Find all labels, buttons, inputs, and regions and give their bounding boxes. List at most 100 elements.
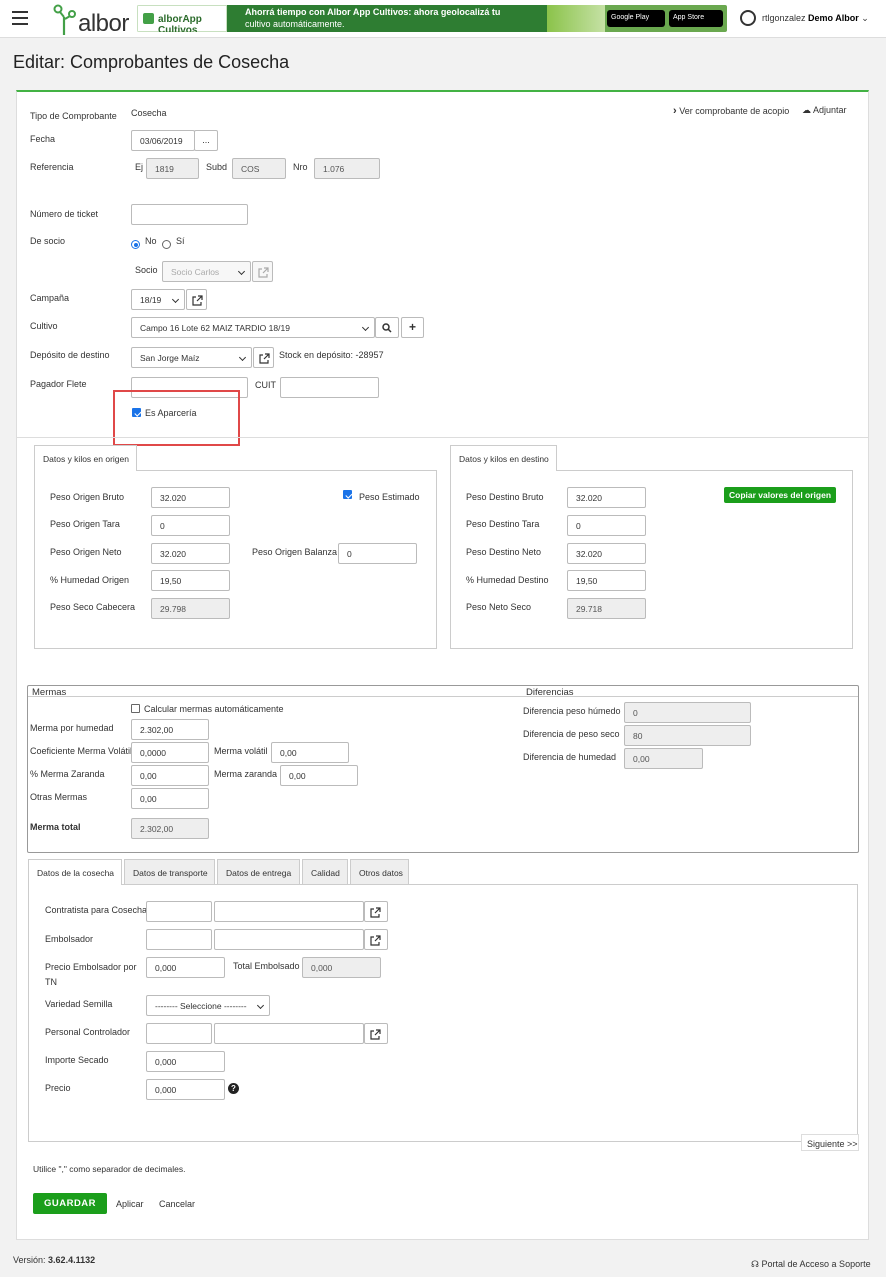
peso-estimado-checkbox[interactable]: [343, 490, 352, 499]
embolsador-open-button[interactable]: [364, 929, 388, 950]
fecha-label: Fecha: [30, 134, 56, 144]
contratista-open-button[interactable]: [364, 901, 388, 922]
contratista-label: Contratista para Cosecha: [45, 905, 148, 915]
merma-zaranda-label: Merma zaranda: [214, 769, 278, 779]
user-menu[interactable]: rtlgonzalez Demo Albor ⌄: [762, 13, 869, 24]
external-link-icon: [370, 907, 381, 918]
top-bar: albor alborApp Cultivos Ahorrá tiempo co…: [0, 0, 886, 38]
deposito-select[interactable]: San Jorge Maíz: [131, 347, 252, 368]
destino-seco-input: 29.718: [567, 598, 646, 619]
destino-tara-input[interactable]: 0: [567, 515, 646, 536]
external-link-icon: [259, 353, 270, 364]
coef-merma-input[interactable]: 0,0000: [131, 742, 209, 763]
tab-datos-cosecha[interactable]: Datos de la cosecha: [28, 859, 122, 885]
contratista-code-input[interactable]: [146, 901, 212, 922]
origen-balanza-label: Peso Origen Balanza: [252, 547, 338, 557]
chevron-down-icon: ⌄: [861, 13, 869, 23]
copiar-valores-button[interactable]: Copiar valores del origen: [724, 487, 836, 503]
zaranda-pct-label: % Merma Zaranda: [30, 769, 105, 779]
merma-humedad-input[interactable]: 2.302,00: [131, 719, 209, 740]
merma-zaranda-input[interactable]: 0,00: [280, 765, 358, 786]
version-text: Versión: 3.62.4.1132: [13, 1255, 96, 1265]
socio-no-radio[interactable]: [131, 240, 140, 249]
secado-input[interactable]: 0,000: [146, 1051, 225, 1072]
embolsador-name-input[interactable]: [214, 929, 364, 950]
origen-humedad-input[interactable]: 19,50: [151, 570, 230, 591]
fecha-input[interactable]: 03/06/2019: [131, 130, 195, 151]
merma-volatil-input[interactable]: 0,00: [271, 742, 349, 763]
campana-open-button[interactable]: [186, 289, 207, 310]
campana-select[interactable]: 18/19: [131, 289, 185, 310]
origen-bruto-label: Peso Origen Bruto: [50, 492, 125, 502]
destino-humedad-input[interactable]: 19,50: [567, 570, 646, 591]
ver-comprobante-link[interactable]: › Ver comprobante de acopio: [673, 105, 789, 117]
ticket-input[interactable]: [131, 204, 248, 225]
promo-banner[interactable]: alborApp Cultivos Ahorrá tiempo con Albo…: [137, 5, 727, 32]
origen-neto-input[interactable]: 32.020: [151, 543, 230, 564]
precio-embolsador-input[interactable]: 0,000: [146, 957, 225, 978]
variedad-select[interactable]: -------- Seleccione --------: [146, 995, 270, 1016]
plus-icon: +: [408, 320, 416, 334]
zaranda-pct-input[interactable]: 0,00: [131, 765, 209, 786]
guardar-button[interactable]: GUARDAR: [33, 1193, 107, 1214]
tab-destino[interactable]: Datos y kilos en destino: [450, 445, 557, 471]
page-title: Editar: Comprobantes de Cosecha: [13, 52, 290, 72]
tab-datos-transporte[interactable]: Datos de transporte: [124, 859, 215, 885]
origen-tara-input[interactable]: 0: [151, 515, 230, 536]
embolsador-code-input[interactable]: [146, 929, 212, 950]
deposito-open-button[interactable]: [253, 347, 274, 368]
no-label: No: [145, 236, 157, 246]
ticket-label: Número de ticket: [30, 209, 99, 219]
cultivo-add-button[interactable]: +: [401, 317, 424, 338]
subd-label: Subd: [206, 162, 228, 172]
destino-bruto-input[interactable]: 32.020: [567, 487, 646, 508]
destino-neto-input[interactable]: 32.020: [567, 543, 646, 564]
tab-otros-datos[interactable]: Otros datos: [350, 859, 409, 885]
origen-balanza-input[interactable]: 0: [338, 543, 417, 564]
socio-sub-label: Socio: [135, 265, 158, 275]
fecha-picker-button[interactable]: ...: [194, 130, 218, 151]
cancelar-link[interactable]: Cancelar: [159, 1199, 195, 1209]
personal-code-input[interactable]: [146, 1023, 212, 1044]
tab-calidad[interactable]: Calidad: [302, 859, 348, 885]
tab-origen[interactable]: Datos y kilos en origen: [34, 445, 137, 471]
google-play-badge[interactable]: Google Play: [607, 10, 665, 27]
socio-label: De socio: [30, 236, 66, 246]
aplicar-link[interactable]: Aplicar: [116, 1199, 144, 1209]
cuit-input[interactable]: [280, 377, 379, 398]
adjuntar-link[interactable]: ☁ Adjuntar: [802, 105, 847, 116]
pagador-label: Pagador Flete: [30, 379, 87, 389]
total-embolsado-label: Total Embolsado: [233, 961, 300, 971]
otras-mermas-input[interactable]: 0,00: [131, 788, 209, 809]
dif-humedo-input: 0: [624, 702, 751, 723]
origen-seco-input: 29.798: [151, 598, 230, 619]
contratista-name-input[interactable]: [214, 901, 364, 922]
tipo-label: Tipo de Comprobante: [30, 111, 117, 121]
cultivo-select[interactable]: Campo 16 Lote 62 MAIZ TARDIO 18/19: [131, 317, 375, 338]
stock-text: Stock en depósito: -28957: [279, 350, 384, 360]
precio-embolsador-label: Precio Embolsador por: [45, 962, 137, 972]
siguiente-button[interactable]: Siguiente >>: [801, 1134, 859, 1151]
calcular-mermas-checkbox[interactable]: [131, 704, 140, 713]
help-icon[interactable]: ?: [228, 1083, 239, 1094]
socio-open-button: [252, 261, 273, 282]
socio-si-radio[interactable]: [162, 240, 171, 249]
variedad-label: Variedad Semilla: [45, 999, 113, 1009]
personal-name-input[interactable]: [214, 1023, 364, 1044]
tab-datos-entrega[interactable]: Datos de entrega: [217, 859, 300, 885]
calcular-mermas-label: Calcular mermas automáticamente: [144, 704, 284, 714]
deposito-label: Depósito de destino: [30, 350, 110, 360]
user-avatar-icon[interactable]: [740, 10, 756, 26]
precio-input[interactable]: 0,000: [146, 1079, 225, 1100]
cultivo-search-button[interactable]: [375, 317, 399, 338]
app-store-badge[interactable]: App Store: [669, 10, 723, 27]
personal-open-button[interactable]: [364, 1023, 388, 1044]
soporte-link[interactable]: ☊ Portal de Acceso a Soporte: [751, 1259, 871, 1270]
origen-tara-label: Peso Origen Tara: [50, 519, 120, 529]
origen-bruto-input[interactable]: 32.020: [151, 487, 230, 508]
socio-select: Socio Carlos: [162, 261, 251, 282]
menu-icon[interactable]: [12, 11, 28, 25]
origen-seco-label: Peso Seco Cabecera: [50, 602, 136, 612]
coef-merma-label: Coeficiente Merma Volátil: [30, 746, 133, 756]
precio-embolsador-label-2: TN: [45, 977, 57, 987]
